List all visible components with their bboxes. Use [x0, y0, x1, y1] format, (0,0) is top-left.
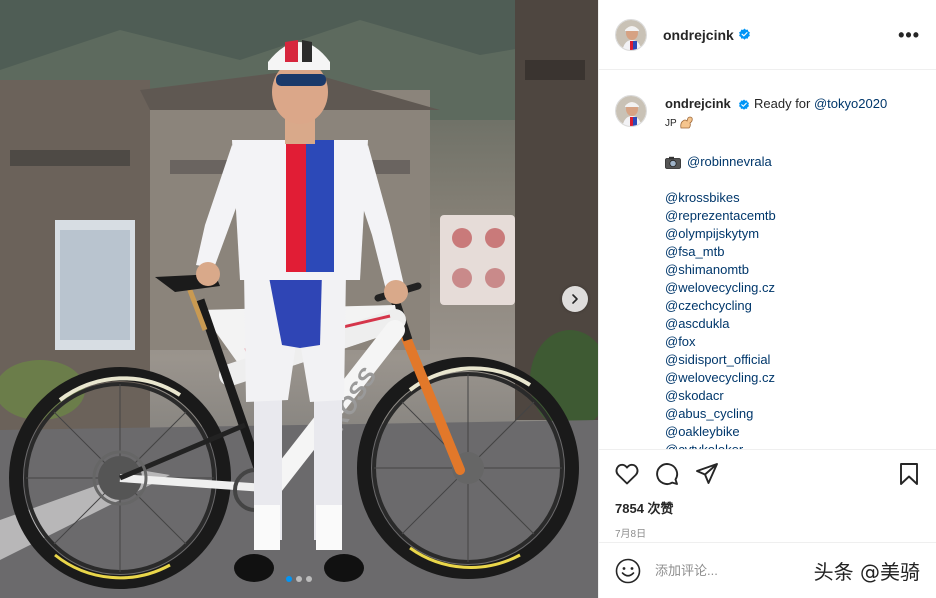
tag-link[interactable]: @sidisport_official	[665, 351, 887, 369]
tag-link[interactable]: @oakleybike	[665, 423, 887, 441]
caption-username[interactable]: ondrejcink	[665, 96, 731, 111]
post-date[interactable]: 7月8日	[599, 525, 936, 540]
chevron-right-icon	[572, 294, 578, 304]
caption-text: Ready for	[754, 96, 814, 111]
tag-link[interactable]: @fox	[665, 333, 887, 351]
tag-link[interactable]: @olympijskytym	[665, 225, 887, 243]
cyclist-with-bike-image: KROSS	[0, 0, 598, 598]
caption-signature: JP	[665, 115, 887, 133]
flexed-arm-emoji-icon	[679, 116, 695, 129]
tag-link[interactable]: @welovecycling.cz	[665, 279, 887, 297]
tag-link[interactable]: @skodacr	[665, 387, 887, 405]
verified-badge-icon	[738, 99, 750, 111]
verified-badge-icon	[738, 28, 751, 41]
like-button[interactable]	[615, 463, 639, 485]
tag-link[interactable]: @reprezentacemtb	[665, 207, 887, 225]
heart-icon	[615, 463, 639, 485]
avatar[interactable]	[615, 18, 647, 51]
post-photo[interactable]: KROSS	[0, 0, 598, 598]
post-actions-area: 7854 次赞 7月8日	[599, 449, 936, 540]
add-comment-bar: 头条 @美骑	[599, 542, 936, 598]
tag-link[interactable]: @cytykoloker	[665, 441, 887, 449]
avatar[interactable]	[615, 95, 647, 127]
tag-link[interactable]: @welovecycling.cz	[665, 369, 887, 387]
caption-body: ondrejcink Ready for @tokyo2020 JP @robi…	[665, 95, 887, 449]
caption-section: ondrejcink Ready for @tokyo2020 JP @robi…	[599, 71, 936, 449]
tag-link[interactable]: @fsa_mtb	[665, 243, 887, 261]
carousel-indicator	[286, 576, 312, 582]
tag-list: @krossbikes @reprezentacemtb @olympijsky…	[665, 189, 887, 449]
save-button[interactable]	[898, 462, 920, 486]
photo-credit-line: @robinnevrala	[665, 153, 887, 171]
smiley-icon	[615, 558, 641, 583]
post-header: ondrejcink •••	[599, 0, 936, 70]
comment-bubble-icon	[656, 463, 679, 485]
tag-link[interactable]: @shimanomtb	[665, 261, 887, 279]
tag-link[interactable]: @krossbikes	[665, 189, 887, 207]
paper-plane-icon	[696, 463, 718, 484]
comment-button[interactable]	[655, 462, 679, 486]
tag-link[interactable]: @ascdukla	[665, 315, 887, 333]
carousel-dot-active	[286, 576, 292, 582]
carousel-next-button[interactable]	[562, 286, 588, 312]
emoji-picker-button[interactable]	[615, 558, 641, 584]
carousel-dot	[306, 576, 312, 582]
action-bar	[599, 450, 936, 498]
caption-mention-link[interactable]: @tokyo2020	[814, 96, 887, 111]
more-options-button[interactable]: •••	[898, 26, 920, 44]
caption-row: ondrejcink Ready for @tokyo2020 JP @robi…	[615, 95, 920, 449]
bookmark-icon	[900, 463, 918, 485]
share-button[interactable]	[695, 462, 719, 486]
tag-link[interactable]: @czechcycling	[665, 297, 887, 315]
carousel-dot	[296, 576, 302, 582]
post-side-panel: ondrejcink ••• ondrejcink Ready for @tok…	[598, 0, 936, 598]
post-author-username[interactable]: ondrejcink	[663, 27, 734, 43]
camera-emoji-icon	[665, 156, 681, 169]
like-count[interactable]: 7854 次赞	[599, 498, 936, 517]
comment-input[interactable]	[655, 563, 775, 578]
caption-signature-text: JP	[665, 118, 677, 129]
photo-credit-link[interactable]: @robinnevrala	[687, 153, 772, 171]
tag-link[interactable]: @abus_cycling	[665, 405, 887, 423]
watermark: 头条 @美骑	[813, 560, 920, 584]
